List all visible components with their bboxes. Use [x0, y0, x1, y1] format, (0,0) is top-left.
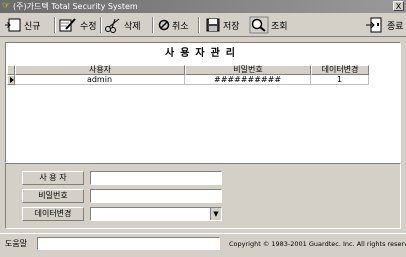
column-header-user[interactable]: 사용자 — [15, 65, 185, 75]
help-field — [37, 237, 220, 250]
column-header-password[interactable]: 비밀번호 — [185, 65, 311, 75]
user-list-panel: 사용자관리 사용자 비밀번호 데이터변경 admin ########## 1 — [5, 42, 401, 163]
grid-corner — [7, 65, 15, 75]
floppy-disk-icon — [206, 18, 220, 32]
toolbar-separator — [100, 17, 102, 33]
cancel-button[interactable]: 취소 — [158, 16, 189, 34]
exit-button[interactable]: 종료 — [365, 16, 404, 34]
password-field[interactable] — [90, 189, 222, 203]
chevron-down-icon[interactable]: ▼ — [210, 208, 221, 220]
cell-password[interactable]: ########## — [185, 75, 311, 85]
title-bar: ☞ (주)가드텍 Total Security System X — [0, 0, 406, 13]
cell-data-change[interactable]: 1 — [311, 75, 369, 85]
edit-button-label: 수정 — [80, 21, 97, 32]
toolbar: 신규 수정 삭제 취소 저장 조회 종료 — [0, 14, 406, 37]
user-form: 사 용 자 비밀번호 데이터변경 ▼ — [5, 163, 401, 229]
toolbar-separator — [152, 17, 154, 33]
search-button[interactable]: 조회 — [249, 16, 288, 34]
data-change-label: 데이터변경 — [22, 207, 84, 221]
window-title: (주)가드텍 Total Security System — [13, 2, 138, 11]
panel-title: 사용자관리 — [165, 48, 241, 59]
row-indicator — [7, 75, 15, 85]
user-label: 사 용 자 — [22, 171, 84, 185]
column-header-data-change[interactable]: 데이터변경 — [311, 65, 369, 75]
password-label: 비밀번호 — [22, 189, 84, 203]
scissors-icon — [105, 18, 120, 33]
help-label: 도움말 — [5, 239, 28, 248]
copyright-text: Copyright © 1983-2001 Guardtec. Inc. All… — [229, 240, 406, 248]
save-button-label: 저장 — [223, 21, 240, 32]
data-change-select[interactable]: ▼ — [90, 207, 222, 221]
user-field[interactable] — [90, 171, 222, 185]
save-button[interactable]: 저장 — [205, 16, 240, 34]
close-button[interactable]: X — [393, 1, 404, 11]
delete-button[interactable]: 삭제 — [104, 16, 141, 34]
new-button[interactable]: 신규 — [4, 16, 41, 34]
cell-user[interactable]: admin — [15, 75, 185, 85]
cancel-button-label: 취소 — [172, 21, 189, 32]
edit-icon — [59, 18, 76, 32]
toolbar-separator — [198, 17, 200, 33]
exit-door-icon — [366, 17, 382, 33]
cancel-icon — [158, 19, 170, 31]
search-button-label: 조회 — [271, 21, 288, 32]
edit-button[interactable]: 수정 — [58, 16, 97, 34]
magnifier-icon — [249, 16, 269, 34]
new-button-label: 신규 — [24, 21, 41, 32]
app-icon: ☞ — [2, 1, 11, 11]
exit-button-label: 종료 — [387, 21, 404, 32]
delete-button-label: 삭제 — [124, 21, 141, 32]
status-bar: 도움말 Copyright © 1983-2001 Guardtec. Inc.… — [0, 233, 406, 257]
new-document-icon — [5, 18, 21, 32]
toolbar-separator — [54, 17, 56, 33]
